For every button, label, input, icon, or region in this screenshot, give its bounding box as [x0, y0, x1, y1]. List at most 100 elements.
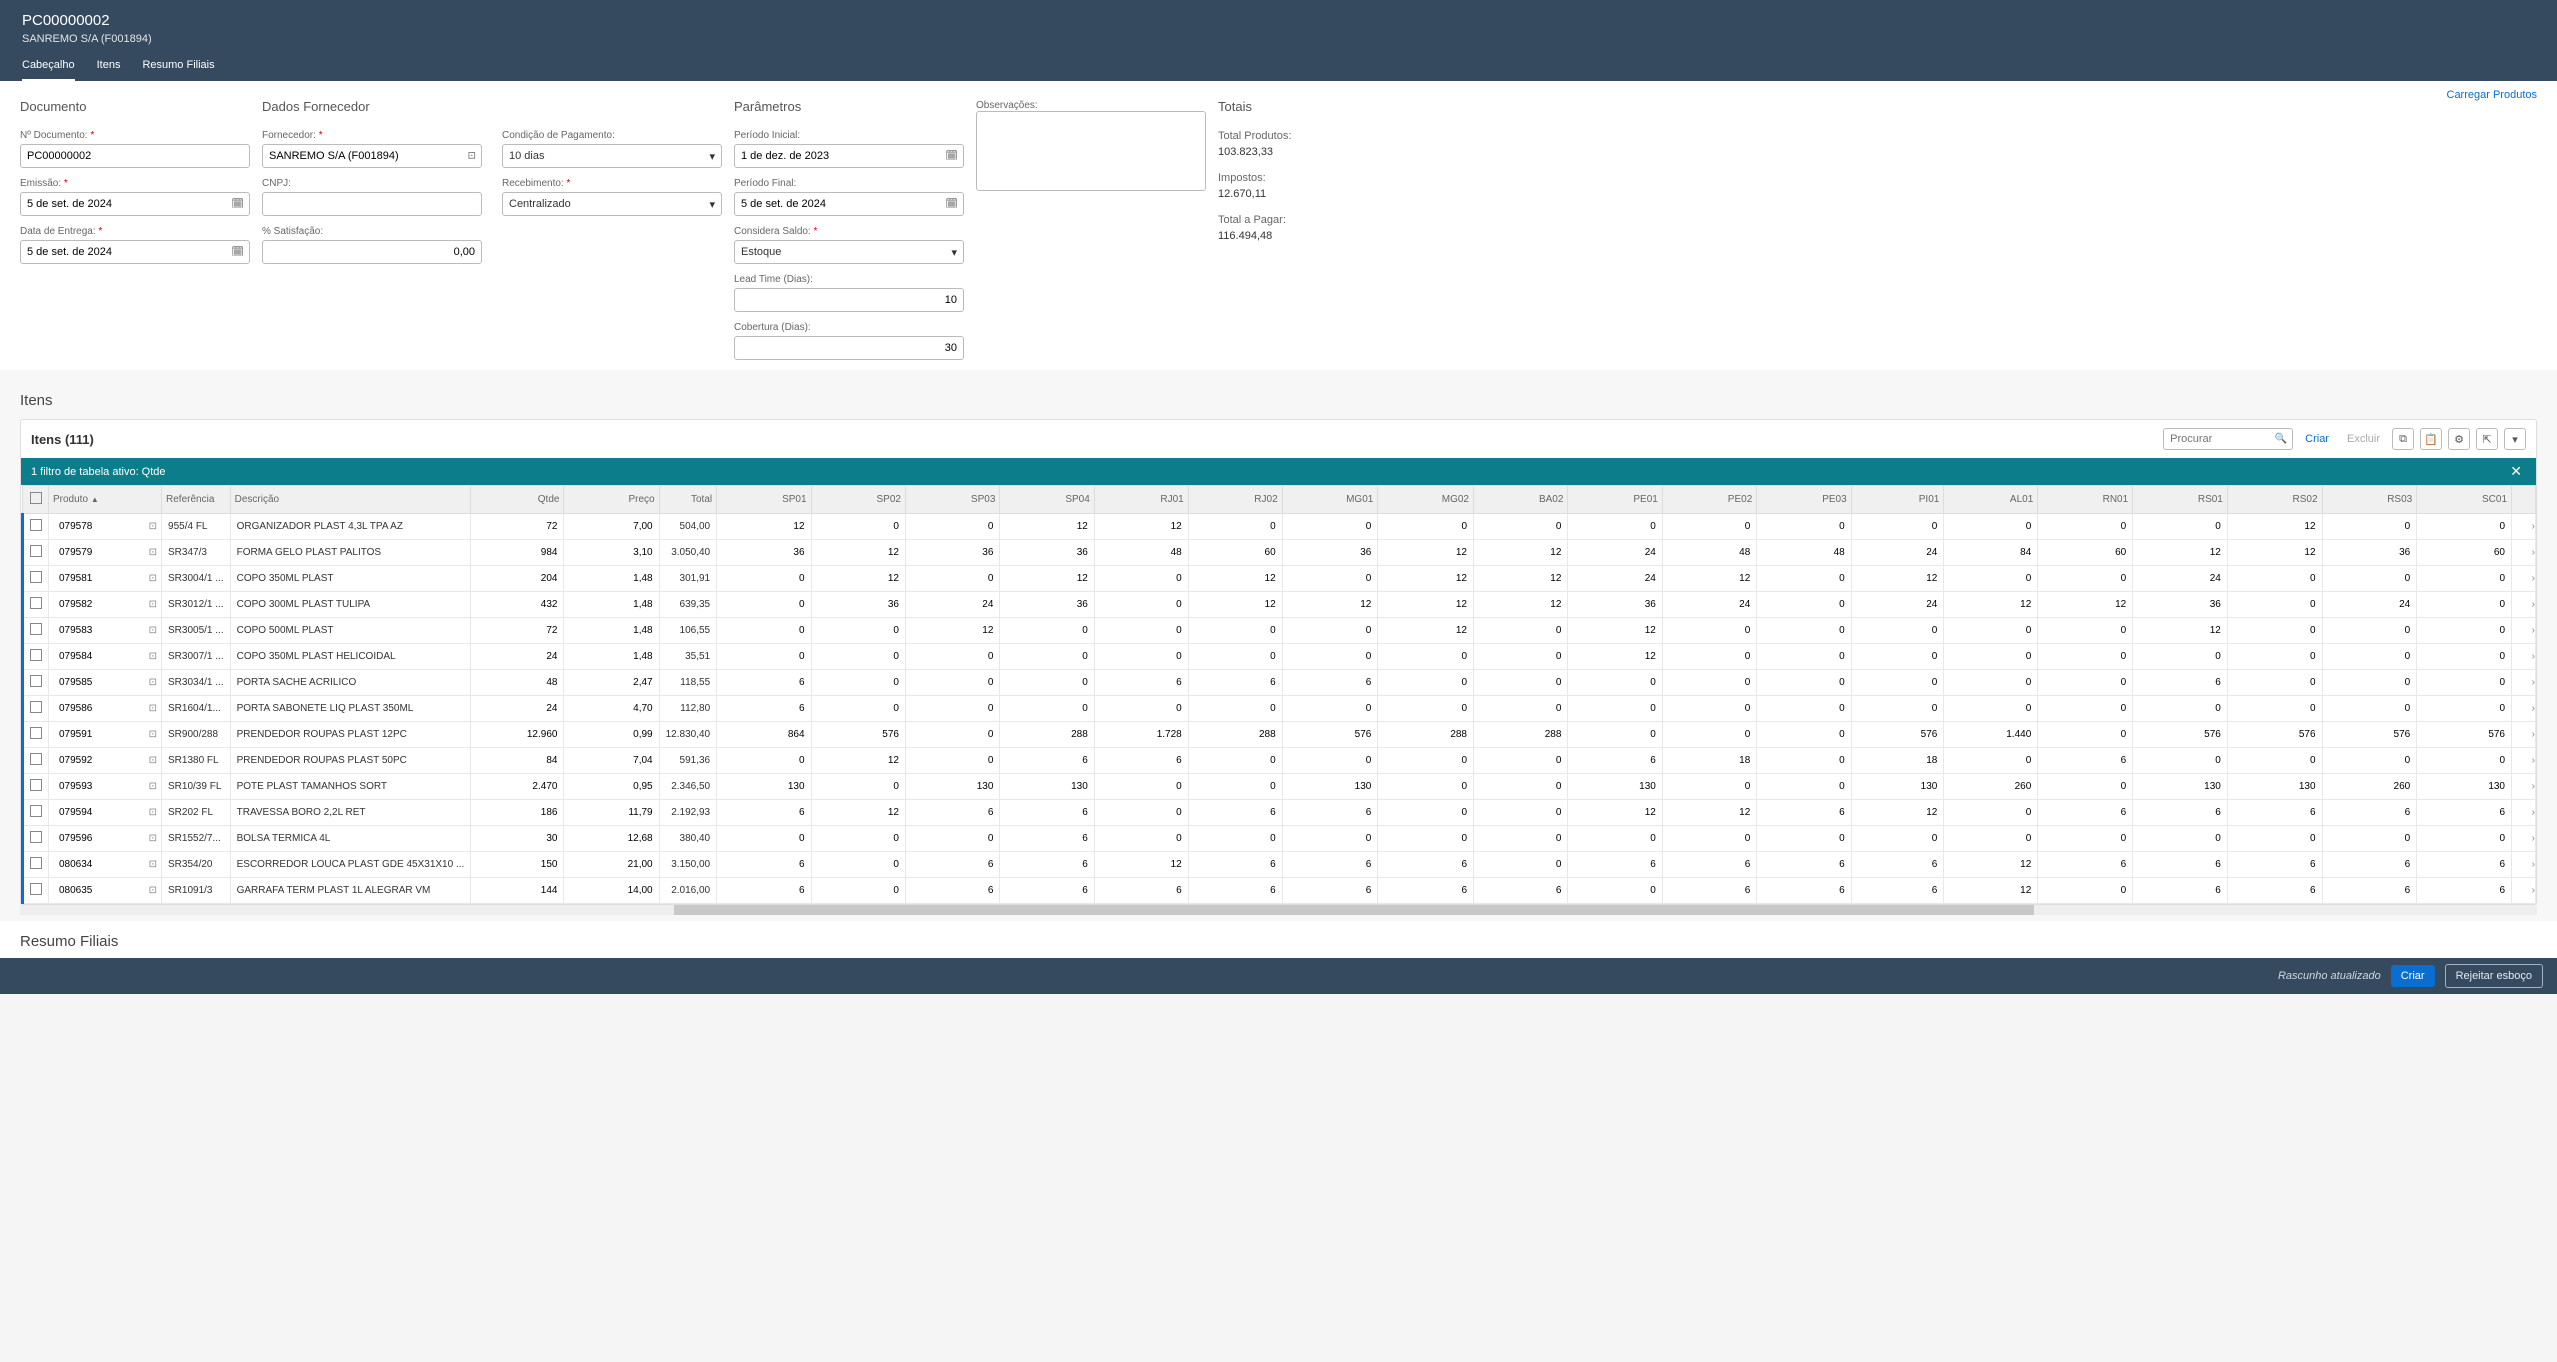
branch-cell[interactable]: [2133, 852, 2228, 878]
branch-cell[interactable]: [1944, 878, 2038, 904]
row-select[interactable]: [23, 852, 49, 878]
qtde-cell[interactable]: [471, 566, 564, 592]
branch-cell[interactable]: [1662, 540, 1756, 566]
branch-cell[interactable]: [2227, 618, 2322, 644]
branch-cell[interactable]: [1188, 540, 1282, 566]
branch-cell[interactable]: [811, 644, 905, 670]
branch-cell[interactable]: [1662, 878, 1756, 904]
branch-cell[interactable]: [1094, 852, 1188, 878]
qtde-cell[interactable]: [471, 852, 564, 878]
branch-cell[interactable]: [1757, 722, 1851, 748]
branch-cell[interactable]: [1474, 670, 1568, 696]
branch-cell[interactable]: [717, 566, 811, 592]
branch-cell[interactable]: [2227, 748, 2322, 774]
branch-cell[interactable]: [1282, 540, 1378, 566]
branch-cell[interactable]: [2133, 696, 2228, 722]
branch-cell[interactable]: [1851, 514, 1944, 540]
col-SP03[interactable]: SP03: [905, 486, 999, 514]
produto-cell[interactable]: ⊡: [49, 540, 162, 566]
branch-cell[interactable]: [1757, 852, 1851, 878]
branch-cell[interactable]: [2417, 540, 2512, 566]
branch-cell[interactable]: [1094, 566, 1188, 592]
branch-cell[interactable]: [2322, 774, 2417, 800]
search-input[interactable]: [2163, 428, 2293, 450]
branch-cell[interactable]: [2038, 774, 2133, 800]
preco-cell[interactable]: [564, 514, 659, 540]
branch-cell[interactable]: [1000, 696, 1094, 722]
branch-cell[interactable]: [1851, 722, 1944, 748]
preco-cell[interactable]: [564, 878, 659, 904]
branch-cell[interactable]: [1000, 852, 1094, 878]
branch-cell[interactable]: [1282, 592, 1378, 618]
branch-cell[interactable]: [1474, 514, 1568, 540]
branch-cell[interactable]: [2038, 644, 2133, 670]
qtde-cell[interactable]: [471, 696, 564, 722]
row-nav[interactable]: ›: [2512, 618, 2536, 644]
branch-cell[interactable]: [1944, 696, 2038, 722]
row-select[interactable]: [23, 722, 49, 748]
preco-cell[interactable]: [564, 566, 659, 592]
branch-cell[interactable]: [1757, 774, 1851, 800]
branch-cell[interactable]: [905, 800, 999, 826]
valuehelp-icon[interactable]: ⊡: [149, 677, 157, 688]
cond-select[interactable]: 10 dias▾: [502, 144, 722, 168]
produto-cell[interactable]: ⊡: [49, 748, 162, 774]
chevron-down-icon[interactable]: ▾: [2504, 428, 2526, 450]
branch-cell[interactable]: [1851, 592, 1944, 618]
row-select[interactable]: [23, 800, 49, 826]
branch-cell[interactable]: [2038, 514, 2133, 540]
produto-input[interactable]: [53, 829, 149, 848]
branch-cell[interactable]: [1094, 800, 1188, 826]
branch-cell[interactable]: [1757, 800, 1851, 826]
qtde-cell[interactable]: [471, 644, 564, 670]
branch-cell[interactable]: [1851, 800, 1944, 826]
branch-cell[interactable]: [2417, 514, 2512, 540]
branch-cell[interactable]: [905, 696, 999, 722]
branch-cell[interactable]: [1662, 670, 1756, 696]
branch-cell[interactable]: [1944, 566, 2038, 592]
produto-input[interactable]: [53, 543, 149, 562]
branch-cell[interactable]: [1851, 670, 1944, 696]
branch-cell[interactable]: [1568, 696, 1662, 722]
col-MG02[interactable]: MG02: [1378, 486, 1474, 514]
branch-cell[interactable]: [1094, 748, 1188, 774]
branch-cell[interactable]: [1757, 618, 1851, 644]
col-AL01[interactable]: AL01: [1944, 486, 2038, 514]
branch-cell[interactable]: [2227, 592, 2322, 618]
branch-cell[interactable]: [905, 540, 999, 566]
cnpj-input[interactable]: [262, 192, 482, 216]
branch-cell[interactable]: [2038, 826, 2133, 852]
qtde-cell[interactable]: [471, 514, 564, 540]
preco-cell[interactable]: [564, 774, 659, 800]
branch-cell[interactable]: [1378, 540, 1474, 566]
branch-cell[interactable]: [2038, 670, 2133, 696]
branch-cell[interactable]: [1094, 722, 1188, 748]
branch-cell[interactable]: [1662, 696, 1756, 722]
branch-cell[interactable]: [1944, 618, 2038, 644]
preco-cell[interactable]: [564, 748, 659, 774]
branch-cell[interactable]: [1000, 514, 1094, 540]
col-total[interactable]: Total: [659, 486, 717, 514]
branch-cell[interactable]: [1000, 592, 1094, 618]
carregar-produtos-link[interactable]: Carregar Produtos: [2447, 89, 2538, 101]
branch-cell[interactable]: [717, 696, 811, 722]
branch-cell[interactable]: [1000, 566, 1094, 592]
col-SC01[interactable]: SC01: [2417, 486, 2512, 514]
branch-cell[interactable]: [1474, 644, 1568, 670]
branch-cell[interactable]: [1662, 748, 1756, 774]
qtde-cell[interactable]: [471, 540, 564, 566]
branch-cell[interactable]: [1094, 670, 1188, 696]
branch-cell[interactable]: [2322, 566, 2417, 592]
branch-cell[interactable]: [1944, 826, 2038, 852]
produto-input[interactable]: [53, 517, 149, 536]
branch-cell[interactable]: [1000, 618, 1094, 644]
branch-cell[interactable]: [2227, 670, 2322, 696]
branch-cell[interactable]: [2322, 670, 2417, 696]
branch-cell[interactable]: [1188, 826, 1282, 852]
branch-cell[interactable]: [2038, 852, 2133, 878]
col-referencia[interactable]: Referência: [162, 486, 231, 514]
branch-cell[interactable]: [811, 670, 905, 696]
branch-cell[interactable]: [1188, 800, 1282, 826]
row-nav[interactable]: ›: [2512, 592, 2536, 618]
branch-cell[interactable]: [1000, 774, 1094, 800]
